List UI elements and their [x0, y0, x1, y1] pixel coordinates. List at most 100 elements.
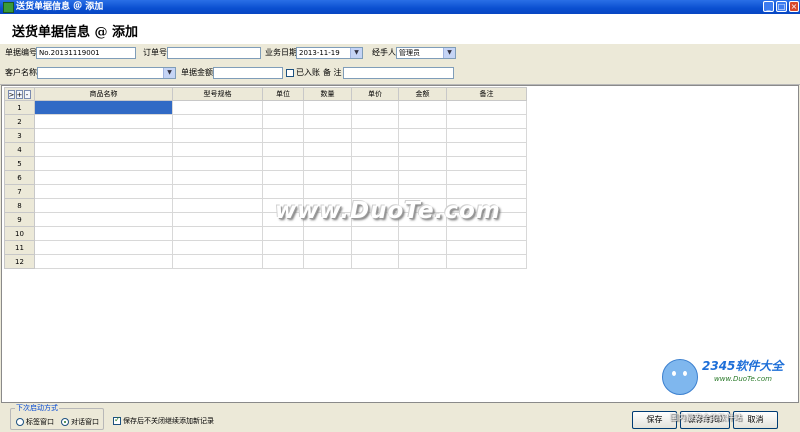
grid-cell[interactable] — [34, 226, 173, 241]
grid-cell[interactable] — [172, 254, 263, 269]
grid-cell[interactable] — [351, 156, 399, 171]
grid-cell[interactable] — [172, 226, 263, 241]
grid-cell[interactable] — [351, 184, 399, 199]
grid-cell[interactable] — [398, 114, 447, 129]
grid-cell[interactable] — [303, 226, 352, 241]
grid-cell[interactable] — [446, 156, 527, 171]
window-titlebar[interactable]: 送货单据信息 ＠ 添加 _ □ × — [0, 0, 800, 14]
customer-select[interactable]: ▼ — [37, 67, 176, 79]
grid-cell[interactable] — [34, 128, 173, 143]
grid-cell[interactable] — [262, 128, 304, 143]
amount-field[interactable] — [213, 67, 283, 79]
grid-cell[interactable] — [172, 198, 263, 213]
table-row[interactable]: 6 — [4, 170, 527, 185]
grid-cell[interactable] — [446, 240, 527, 255]
table-row[interactable]: 7 — [4, 184, 527, 199]
tab-window-radio[interactable] — [16, 418, 24, 426]
chevron-down-icon[interactable]: ▼ — [350, 48, 362, 58]
grid-cell[interactable] — [398, 240, 447, 255]
column-header-note[interactable]: 备注 — [446, 87, 527, 101]
column-header-amount[interactable]: 金额 — [398, 87, 447, 101]
grid-cell[interactable] — [262, 114, 304, 129]
column-header-spec[interactable]: 型号规格 — [172, 87, 263, 101]
table-row[interactable]: 12 — [4, 254, 527, 269]
grid-cell[interactable] — [34, 254, 173, 269]
order-no-field[interactable] — [167, 47, 261, 59]
maximize-icon[interactable]: □ — [776, 1, 787, 12]
grid-cell[interactable] — [398, 184, 447, 199]
close-icon[interactable]: × — [789, 1, 799, 12]
grid-cell[interactable] — [262, 156, 304, 171]
grid-cell[interactable] — [303, 184, 352, 199]
grid-cell[interactable] — [172, 212, 263, 227]
grid-cell[interactable] — [303, 156, 352, 171]
grid-cell[interactable] — [446, 184, 527, 199]
table-row[interactable]: 5 — [4, 156, 527, 171]
add-row-button[interactable]: + — [15, 89, 23, 99]
grid-cell[interactable] — [351, 226, 399, 241]
grid-cell[interactable] — [446, 100, 527, 115]
table-row[interactable]: 2 — [4, 114, 527, 129]
grid-cell[interactable] — [351, 114, 399, 129]
grid-cell[interactable] — [172, 100, 263, 115]
grid-cell[interactable] — [303, 114, 352, 129]
grid-cell[interactable] — [34, 142, 173, 157]
table-row[interactable]: 10 — [4, 226, 527, 241]
grid-cell[interactable] — [351, 100, 399, 115]
grid-cell[interactable] — [262, 170, 304, 185]
grid-cell[interactable] — [398, 254, 447, 269]
grid-cell[interactable] — [351, 240, 399, 255]
grid-cell[interactable] — [303, 100, 352, 115]
grid-cell[interactable] — [303, 128, 352, 143]
grid-cell[interactable] — [446, 254, 527, 269]
grid-cell[interactable] — [398, 226, 447, 241]
grid-cell[interactable] — [398, 156, 447, 171]
keep-open-checkbox[interactable]: ✓ — [113, 415, 121, 425]
grid-cell[interactable] — [303, 142, 352, 157]
remove-row-button[interactable]: - — [23, 89, 31, 99]
grid-cell[interactable] — [262, 184, 304, 199]
grid-cell[interactable] — [262, 240, 304, 255]
grid-cell[interactable] — [303, 254, 352, 269]
grid-cell[interactable] — [351, 128, 399, 143]
grid-cell[interactable] — [446, 226, 527, 241]
grid-cell[interactable] — [398, 170, 447, 185]
doc-no-field[interactable]: No.20131119001 — [36, 47, 136, 59]
table-row[interactable]: 4 — [4, 142, 527, 157]
grid-cell[interactable] — [172, 170, 263, 185]
grid-cell[interactable] — [34, 240, 173, 255]
grid-cell[interactable] — [34, 156, 173, 171]
grid-cell[interactable] — [34, 100, 173, 115]
grid-cell[interactable] — [398, 100, 447, 115]
booked-checkbox[interactable] — [286, 69, 294, 77]
grid-cell[interactable] — [34, 184, 173, 199]
table-row[interactable]: 11 — [4, 240, 527, 255]
grid-cell[interactable] — [303, 170, 352, 185]
grid-cell[interactable] — [351, 254, 399, 269]
grid-cell[interactable] — [446, 170, 527, 185]
grid-cell[interactable] — [262, 100, 304, 115]
grid-cell[interactable] — [398, 128, 447, 143]
grid-cell[interactable] — [34, 170, 173, 185]
column-header-unit[interactable]: 单位 — [262, 87, 304, 101]
grid-cell[interactable] — [351, 170, 399, 185]
grid-cell[interactable] — [303, 240, 352, 255]
dialog-window-radio[interactable] — [61, 418, 69, 426]
biz-date-picker[interactable]: 2013-11-19 ▼ — [296, 47, 363, 59]
note-field[interactable] — [343, 67, 454, 79]
column-header-product[interactable]: 商品名称 — [34, 87, 173, 101]
grid-cell[interactable] — [172, 156, 263, 171]
grid-cell[interactable] — [398, 142, 447, 157]
table-row[interactable]: 1 — [4, 100, 527, 115]
grid-cell[interactable] — [34, 212, 173, 227]
grid-cell[interactable] — [446, 128, 527, 143]
column-header-price[interactable]: 单价 — [351, 87, 399, 101]
expand-button[interactable]: > — [7, 89, 15, 99]
grid-cell[interactable] — [446, 114, 527, 129]
grid-cell[interactable] — [446, 142, 527, 157]
grid-cell[interactable] — [172, 184, 263, 199]
grid-cell[interactable] — [172, 142, 263, 157]
grid-cell[interactable] — [172, 128, 263, 143]
grid-cell[interactable] — [172, 240, 263, 255]
column-header-qty[interactable]: 数量 — [303, 87, 352, 101]
